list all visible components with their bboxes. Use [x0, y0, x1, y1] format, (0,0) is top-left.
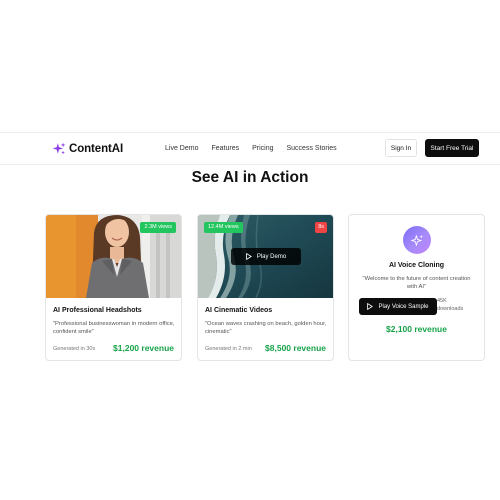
generation-time: Generated in 30s	[53, 346, 96, 352]
card-headshots[interactable]: 2.3M views AI Professional Headshots "Pr…	[45, 214, 182, 361]
section-title: See AI in Action	[191, 169, 309, 186]
nav-links: Live Demo Features Pricing Success Stori…	[165, 145, 337, 152]
duration-badge: 8s	[315, 222, 327, 233]
card-title: AI Cinematic Videos	[205, 307, 273, 314]
play-icon	[367, 303, 374, 310]
revenue-amount: $8,500 revenue	[265, 343, 326, 353]
card-voice-cloning[interactable]: AI Voice Cloning "Welcome to the future …	[348, 214, 485, 361]
voice-quote: "Welcome to the future of content creati…	[362, 276, 471, 290]
card-cinematic-videos[interactable]: 12.4M views 8s Play Demo AI Cinematic Vi…	[197, 214, 334, 361]
revenue-amount: $2,100 revenue	[386, 324, 447, 334]
downloads-label: downloads	[437, 306, 464, 312]
start-free-trial-button[interactable]: Start Free Trial	[425, 139, 479, 157]
brand-logo[interactable]: ContentAI	[52, 142, 123, 156]
play-demo-button[interactable]: Play Demo	[231, 248, 301, 265]
generation-time: Generated in 2 min	[205, 346, 252, 352]
card-title: AI Professional Headshots	[53, 307, 142, 314]
brand-name: ContentAI	[69, 143, 124, 155]
sparkles-icon	[410, 234, 423, 246]
play-voice-label: Play Voice Sample	[378, 303, 429, 310]
play-icon	[246, 253, 252, 260]
card-prompt: "Professional businesswoman in modern of…	[53, 321, 175, 335]
voice-avatar	[403, 226, 431, 254]
downloads-count: 45K	[437, 298, 447, 304]
card-title: AI Voice Cloning	[388, 262, 445, 269]
nav-link-features[interactable]: Features	[211, 145, 239, 152]
revenue-amount: $1,200 revenue	[113, 343, 174, 353]
nav-link-success-stories[interactable]: Success Stories	[287, 145, 337, 152]
views-badge: 2.3M views	[140, 222, 176, 233]
views-badge: 12.4M views	[204, 222, 243, 233]
nav-link-pricing[interactable]: Pricing	[252, 145, 273, 152]
play-voice-sample-button[interactable]: Play Voice Sample	[359, 298, 437, 315]
sparkles-logo-icon	[52, 142, 66, 155]
card-prompt: "Ocean waves crashing on beach, golden h…	[205, 321, 327, 335]
play-demo-label: Play Demo	[256, 253, 287, 260]
nav-link-live-demo[interactable]: Live Demo	[165, 145, 198, 152]
sign-in-button[interactable]: Sign In	[385, 139, 417, 157]
